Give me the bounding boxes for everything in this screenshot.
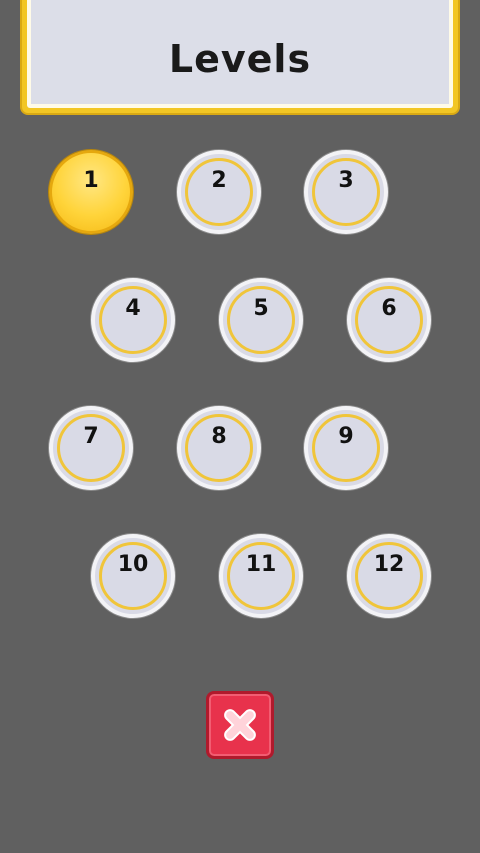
- level-number: 2: [211, 168, 227, 193]
- title-panel-face: Levels: [31, 0, 449, 104]
- title-panel-inner: Levels: [27, 0, 453, 108]
- level-number: 10: [117, 552, 149, 577]
- level-number: 9: [338, 424, 354, 449]
- level-number: 1: [83, 168, 99, 193]
- level-number: 8: [211, 424, 227, 449]
- level-button-11[interactable]: 11: [219, 534, 303, 618]
- level-number: 12: [373, 552, 405, 577]
- level-number: 5: [253, 296, 269, 321]
- level-button-6[interactable]: 6: [347, 278, 431, 362]
- level-number: 6: [381, 296, 397, 321]
- level-button-4[interactable]: 4: [91, 278, 175, 362]
- level-button-3[interactable]: 3: [304, 150, 388, 234]
- level-button-12[interactable]: 12: [347, 534, 431, 618]
- level-button-2[interactable]: 2: [177, 150, 261, 234]
- level-button-9[interactable]: 9: [304, 406, 388, 490]
- level-number: 7: [83, 424, 99, 449]
- level-number: 11: [245, 552, 277, 577]
- level-button-10[interactable]: 10: [91, 534, 175, 618]
- level-button-5[interactable]: 5: [219, 278, 303, 362]
- level-button-8[interactable]: 8: [177, 406, 261, 490]
- level-number: 4: [125, 296, 141, 321]
- page-title: Levels: [168, 36, 312, 81]
- level-button-7[interactable]: 7: [49, 406, 133, 490]
- level-number: 3: [338, 168, 354, 193]
- level-button-1[interactable]: 1: [49, 150, 133, 234]
- title-panel: Levels: [20, 0, 460, 115]
- close-button[interactable]: [206, 691, 274, 759]
